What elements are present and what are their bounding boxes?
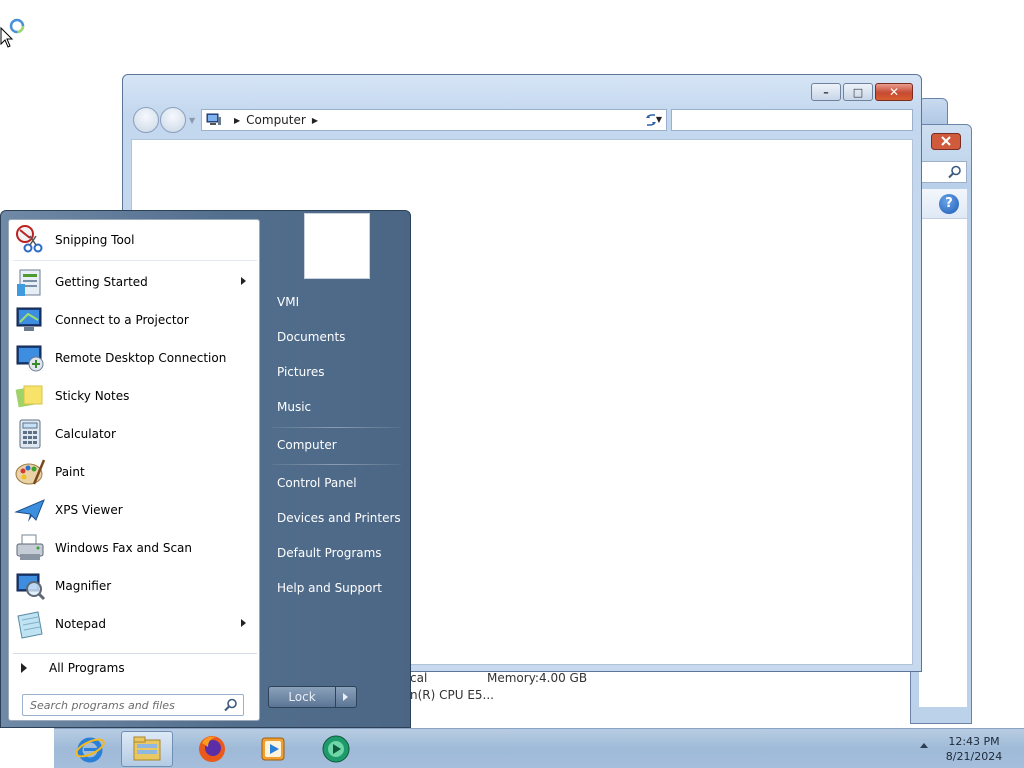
all-programs-separator — [13, 653, 257, 654]
getting-started-icon — [14, 266, 46, 298]
clock-time: 12:43 PM — [948, 735, 1000, 748]
calculator-icon — [14, 418, 46, 450]
magnifier-icon — [14, 570, 46, 602]
user-picture[interactable] — [304, 213, 370, 279]
search-input[interactable] — [671, 109, 913, 131]
program-item-connect-to-a-projector[interactable]: Connect to a Projector — [12, 302, 256, 338]
recent-pages-dropdown[interactable]: ▼ — [189, 116, 195, 125]
computer-icon — [206, 113, 222, 127]
program-item-snipping-tool[interactable]: Snipping Tool — [12, 222, 256, 258]
fax-icon — [14, 532, 46, 564]
forward-button[interactable] — [160, 107, 186, 133]
memory-label: Memory: — [487, 671, 539, 685]
taskbar-file-explorer[interactable] — [121, 731, 173, 767]
media-player-icon — [261, 737, 285, 761]
internet-explorer-icon — [75, 737, 105, 763]
navigation-bar: ▼ ▶ Computer ▶ ▼ — [131, 107, 913, 133]
refresh-button[interactable] — [639, 109, 663, 131]
taskbar-media-player[interactable] — [247, 731, 299, 767]
pinned-separator — [13, 260, 257, 261]
search-programs-field[interactable] — [22, 694, 244, 716]
program-item-magnifier[interactable]: Magnifier — [12, 568, 256, 604]
shutdown-options-arrow[interactable] — [336, 686, 357, 708]
memory-value: 4.00 GB — [539, 671, 588, 685]
taskbar-app[interactable] — [310, 731, 362, 767]
program-item-sticky-notes[interactable]: Sticky Notes — [12, 378, 256, 414]
right-separator — [271, 427, 401, 428]
show-hidden-icons-arrow[interactable] — [920, 743, 928, 748]
busy-cursor-icon — [0, 18, 26, 48]
right-separator — [271, 464, 401, 465]
search-icon[interactable] — [224, 698, 238, 712]
taskbar-firefox[interactable] — [186, 731, 238, 767]
minimize-button[interactable]: – — [811, 83, 841, 101]
program-item-notepad[interactable]: Notepad — [12, 606, 256, 642]
help-icon[interactable]: ? — [939, 194, 959, 214]
breadcrumb-separator-icon[interactable]: ▶ — [234, 116, 240, 125]
search-input[interactable] — [30, 695, 220, 715]
back-button[interactable] — [133, 107, 159, 133]
notepad-icon — [14, 608, 46, 640]
processor-value: n(R) CPU E5... — [410, 688, 494, 702]
submenu-arrow-icon[interactable] — [241, 619, 246, 627]
start-menu: Snipping Tool Getting Started Connect to… — [0, 210, 411, 728]
refresh-icon — [646, 114, 656, 126]
all-programs-button[interactable]: All Programs — [15, 656, 255, 680]
projector-icon — [14, 304, 46, 336]
file-explorer-icon — [133, 736, 161, 761]
firefox-icon — [199, 736, 225, 762]
details-text-fragment: cal — [410, 671, 428, 685]
right-item-default-programs[interactable]: Default Programs — [271, 538, 403, 568]
green-circle-app-icon — [322, 735, 350, 763]
system-clock[interactable]: 12:43 PM 8/21/2024 — [934, 734, 1014, 764]
command-bar: ? — [919, 189, 967, 219]
program-item-windows-fax-and-scan[interactable]: Windows Fax and Scan — [12, 530, 256, 566]
lock-button[interactable]: Lock — [268, 686, 336, 708]
right-item-music[interactable]: Music — [271, 392, 403, 422]
submenu-arrow-icon[interactable] — [241, 277, 246, 285]
breadcrumb-computer[interactable]: Computer — [246, 113, 306, 127]
clock-date: 8/21/2024 — [945, 750, 1003, 763]
remote-desktop-icon — [14, 342, 46, 374]
maximize-button[interactable]: □ — [843, 83, 873, 101]
taskbar-internet-explorer[interactable] — [64, 731, 116, 767]
scissors-icon — [14, 224, 46, 256]
taskbar: 12:43 PM 8/21/2024 — [54, 728, 1024, 768]
sticky-notes-icon — [14, 380, 46, 412]
program-item-getting-started[interactable]: Getting Started — [12, 264, 256, 300]
close-button[interactable]: ✕ — [875, 83, 913, 101]
right-item-documents[interactable]: Documents — [271, 322, 403, 352]
expand-arrow-icon — [21, 663, 27, 673]
program-item-xps-viewer[interactable]: XPS Viewer — [12, 492, 256, 528]
address-bar[interactable]: ▶ Computer ▶ ▼ — [201, 109, 667, 131]
content-pane — [919, 219, 967, 707]
right-item-help-and-support[interactable]: Help and Support — [271, 573, 403, 603]
caption-buttons: – □ ✕ — [811, 83, 913, 101]
right-item-computer[interactable]: Computer — [271, 430, 403, 460]
search-icon — [948, 165, 961, 179]
paint-palette-icon — [14, 456, 46, 488]
right-item-devices-and-printers[interactable]: Devices and Printers — [271, 503, 403, 533]
right-item-user-folder[interactable]: VMI — [271, 287, 403, 317]
program-item-calculator[interactable]: Calculator — [12, 416, 256, 452]
xps-viewer-icon — [14, 494, 46, 526]
right-item-pictures[interactable]: Pictures — [271, 357, 403, 387]
programs-list: Snipping Tool Getting Started Connect to… — [8, 219, 260, 721]
program-item-remote-desktop-connection[interactable]: Remote Desktop Connection — [12, 340, 256, 376]
right-item-control-panel[interactable]: Control Panel — [271, 468, 403, 498]
program-item-paint[interactable]: Paint — [12, 454, 256, 490]
search-input[interactable] — [919, 161, 967, 183]
close-button[interactable] — [931, 133, 961, 150]
breadcrumb-separator-icon[interactable]: ▶ — [312, 116, 318, 125]
